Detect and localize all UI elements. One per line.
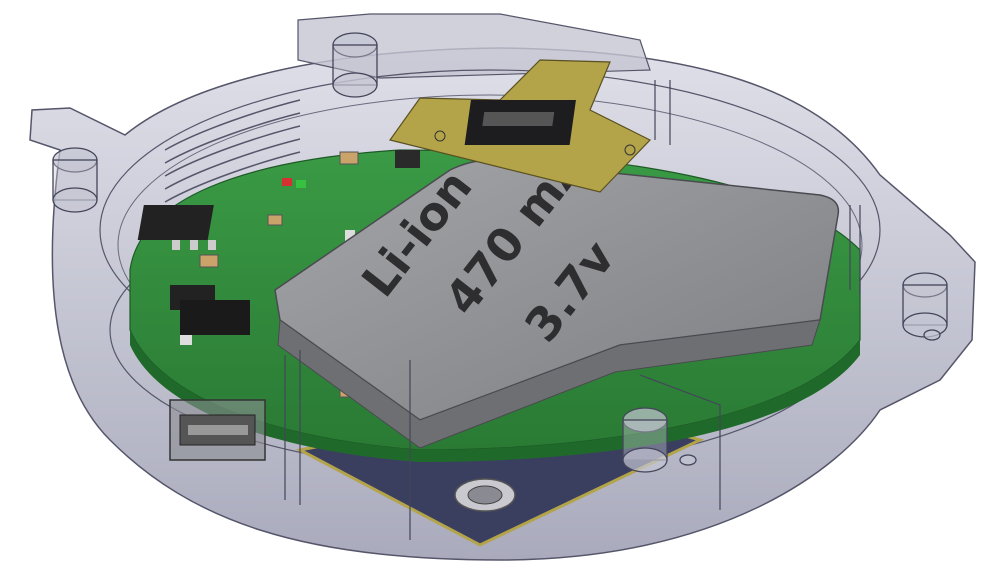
capacitor [199, 254, 219, 268]
usb-connector [169, 399, 266, 461]
ic-chip [137, 205, 214, 240]
led-red [282, 178, 292, 186]
device-render: Li-ion 470 mAh 3.7v [29, 13, 976, 561]
led-green [296, 180, 306, 188]
